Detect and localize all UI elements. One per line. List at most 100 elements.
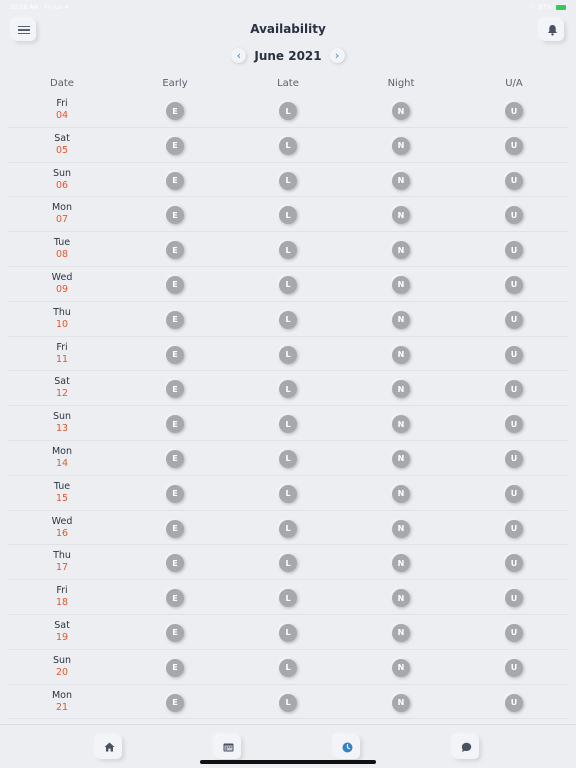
- shift-toggle-ua[interactable]: U: [505, 623, 523, 642]
- shift-toggle-early[interactable]: E: [166, 658, 184, 677]
- home-icon: [104, 742, 114, 752]
- shift-toggle-early[interactable]: E: [166, 484, 184, 503]
- shift-toggle-early[interactable]: E: [166, 310, 184, 329]
- day-number: 10: [55, 318, 69, 330]
- day-number: 19: [55, 631, 69, 643]
- shift-toggle-night[interactable]: N: [392, 623, 410, 642]
- shift-toggle-late[interactable]: L: [279, 345, 297, 364]
- table-row: Wed 09 E L N U: [8, 267, 568, 302]
- shift-toggle-ua[interactable]: U: [505, 658, 523, 677]
- shift-toggle-late[interactable]: L: [279, 658, 297, 677]
- date-cell: Thu 10: [53, 307, 71, 331]
- shift-toggle-early[interactable]: E: [166, 206, 184, 225]
- shift-toggle-late[interactable]: L: [279, 589, 297, 608]
- shift-toggle-late[interactable]: L: [279, 310, 297, 329]
- shift-toggle-late[interactable]: L: [279, 415, 297, 434]
- shift-toggle-ua[interactable]: U: [505, 554, 523, 573]
- shift-toggle-late[interactable]: L: [279, 623, 297, 642]
- shift-toggle-early[interactable]: E: [166, 554, 184, 573]
- shift-toggle-early[interactable]: E: [166, 449, 184, 468]
- shift-toggle-night[interactable]: N: [392, 693, 410, 712]
- shift-toggle-ua[interactable]: U: [505, 484, 523, 503]
- shift-toggle-night[interactable]: N: [392, 345, 410, 364]
- shift-toggle-ua[interactable]: U: [505, 275, 523, 294]
- date-cell: Sun 20: [53, 655, 71, 679]
- shift-toggle-late[interactable]: L: [279, 241, 297, 260]
- shift-toggle-night[interactable]: N: [392, 484, 410, 503]
- day-number: 07: [55, 214, 69, 226]
- table-header: Date Early Late Night U/A: [0, 78, 576, 92]
- home-indicator: [200, 760, 376, 764]
- shift-toggle-ua[interactable]: U: [505, 345, 523, 364]
- shift-toggle-ua[interactable]: U: [505, 589, 523, 608]
- shift-toggle-early[interactable]: E: [166, 623, 184, 642]
- tab-calendar[interactable]: [215, 735, 241, 759]
- shift-toggle-night[interactable]: N: [392, 519, 410, 538]
- month-label: June 2021: [254, 48, 322, 63]
- shift-toggle-early[interactable]: E: [166, 171, 184, 190]
- day-number: 16: [55, 527, 69, 539]
- shift-toggle-late[interactable]: L: [279, 554, 297, 573]
- shift-toggle-late[interactable]: L: [279, 693, 297, 712]
- shift-toggle-early[interactable]: E: [166, 345, 184, 364]
- tab-availability[interactable]: [334, 735, 360, 759]
- shift-toggle-early[interactable]: E: [166, 380, 184, 399]
- shift-toggle-late[interactable]: L: [279, 275, 297, 294]
- shift-toggle-night[interactable]: N: [392, 554, 410, 573]
- shift-toggle-night[interactable]: N: [392, 102, 410, 120]
- shift-toggle-ua[interactable]: U: [505, 449, 523, 468]
- day-number: 09: [55, 283, 69, 295]
- shift-toggle-ua[interactable]: U: [505, 241, 523, 260]
- shift-toggle-ua[interactable]: U: [505, 693, 523, 712]
- tab-home[interactable]: [96, 735, 122, 759]
- shift-toggle-night[interactable]: N: [392, 415, 410, 434]
- shift-toggle-late[interactable]: L: [279, 136, 297, 155]
- shift-toggle-early[interactable]: E: [166, 589, 184, 608]
- notifications-button[interactable]: [540, 19, 564, 41]
- shift-toggle-night[interactable]: N: [392, 241, 410, 260]
- shift-toggle-night[interactable]: N: [392, 171, 410, 190]
- shift-toggle-night[interactable]: N: [392, 310, 410, 329]
- month-navigator: ‹ June 2021 ›: [0, 48, 576, 63]
- day-of-week: Sat: [54, 376, 70, 388]
- prev-month-button[interactable]: ‹: [231, 48, 247, 63]
- shift-toggle-late[interactable]: L: [279, 171, 297, 190]
- shift-toggle-night[interactable]: N: [392, 658, 410, 677]
- shift-toggle-ua[interactable]: U: [505, 102, 523, 120]
- shift-toggle-early[interactable]: E: [166, 136, 184, 155]
- shift-toggle-late[interactable]: L: [279, 519, 297, 538]
- shift-toggle-early[interactable]: E: [166, 415, 184, 434]
- day-of-week: Thu: [53, 550, 71, 562]
- shift-toggle-late[interactable]: L: [279, 449, 297, 468]
- shift-toggle-late[interactable]: L: [279, 206, 297, 225]
- shift-toggle-late[interactable]: L: [279, 484, 297, 503]
- shift-toggle-night[interactable]: N: [392, 449, 410, 468]
- next-month-button[interactable]: ›: [329, 48, 345, 63]
- shift-toggle-early[interactable]: E: [166, 275, 184, 294]
- shift-toggle-late[interactable]: L: [279, 102, 297, 120]
- shift-toggle-ua[interactable]: U: [505, 380, 523, 399]
- shift-toggle-ua[interactable]: U: [505, 415, 523, 434]
- date-cell: Mon 07: [52, 202, 72, 226]
- table-row: Tue 15 E L N U: [8, 476, 568, 511]
- shift-toggle-early[interactable]: E: [166, 241, 184, 260]
- shift-toggle-ua[interactable]: U: [505, 206, 523, 225]
- shift-toggle-early[interactable]: E: [166, 519, 184, 538]
- shift-toggle-early[interactable]: E: [166, 102, 184, 120]
- battery-icon: [556, 4, 566, 10]
- chevron-left-icon: ‹: [236, 49, 242, 62]
- shift-toggle-night[interactable]: N: [392, 275, 410, 294]
- shift-toggle-late[interactable]: L: [279, 380, 297, 399]
- shift-toggle-ua[interactable]: U: [505, 519, 523, 538]
- shift-toggle-ua[interactable]: U: [505, 310, 523, 329]
- shift-toggle-early[interactable]: E: [166, 693, 184, 712]
- shift-toggle-night[interactable]: N: [392, 380, 410, 399]
- table-row: Mon 21 E L N U: [8, 685, 568, 720]
- shift-toggle-ua[interactable]: U: [505, 136, 523, 155]
- shift-toggle-night[interactable]: N: [392, 136, 410, 155]
- tab-messages[interactable]: [453, 735, 479, 759]
- shift-toggle-night[interactable]: N: [392, 206, 410, 225]
- shift-toggle-ua[interactable]: U: [505, 171, 523, 190]
- shift-toggle-night[interactable]: N: [392, 589, 410, 608]
- table-row: Fri 04 E L N U: [8, 93, 568, 128]
